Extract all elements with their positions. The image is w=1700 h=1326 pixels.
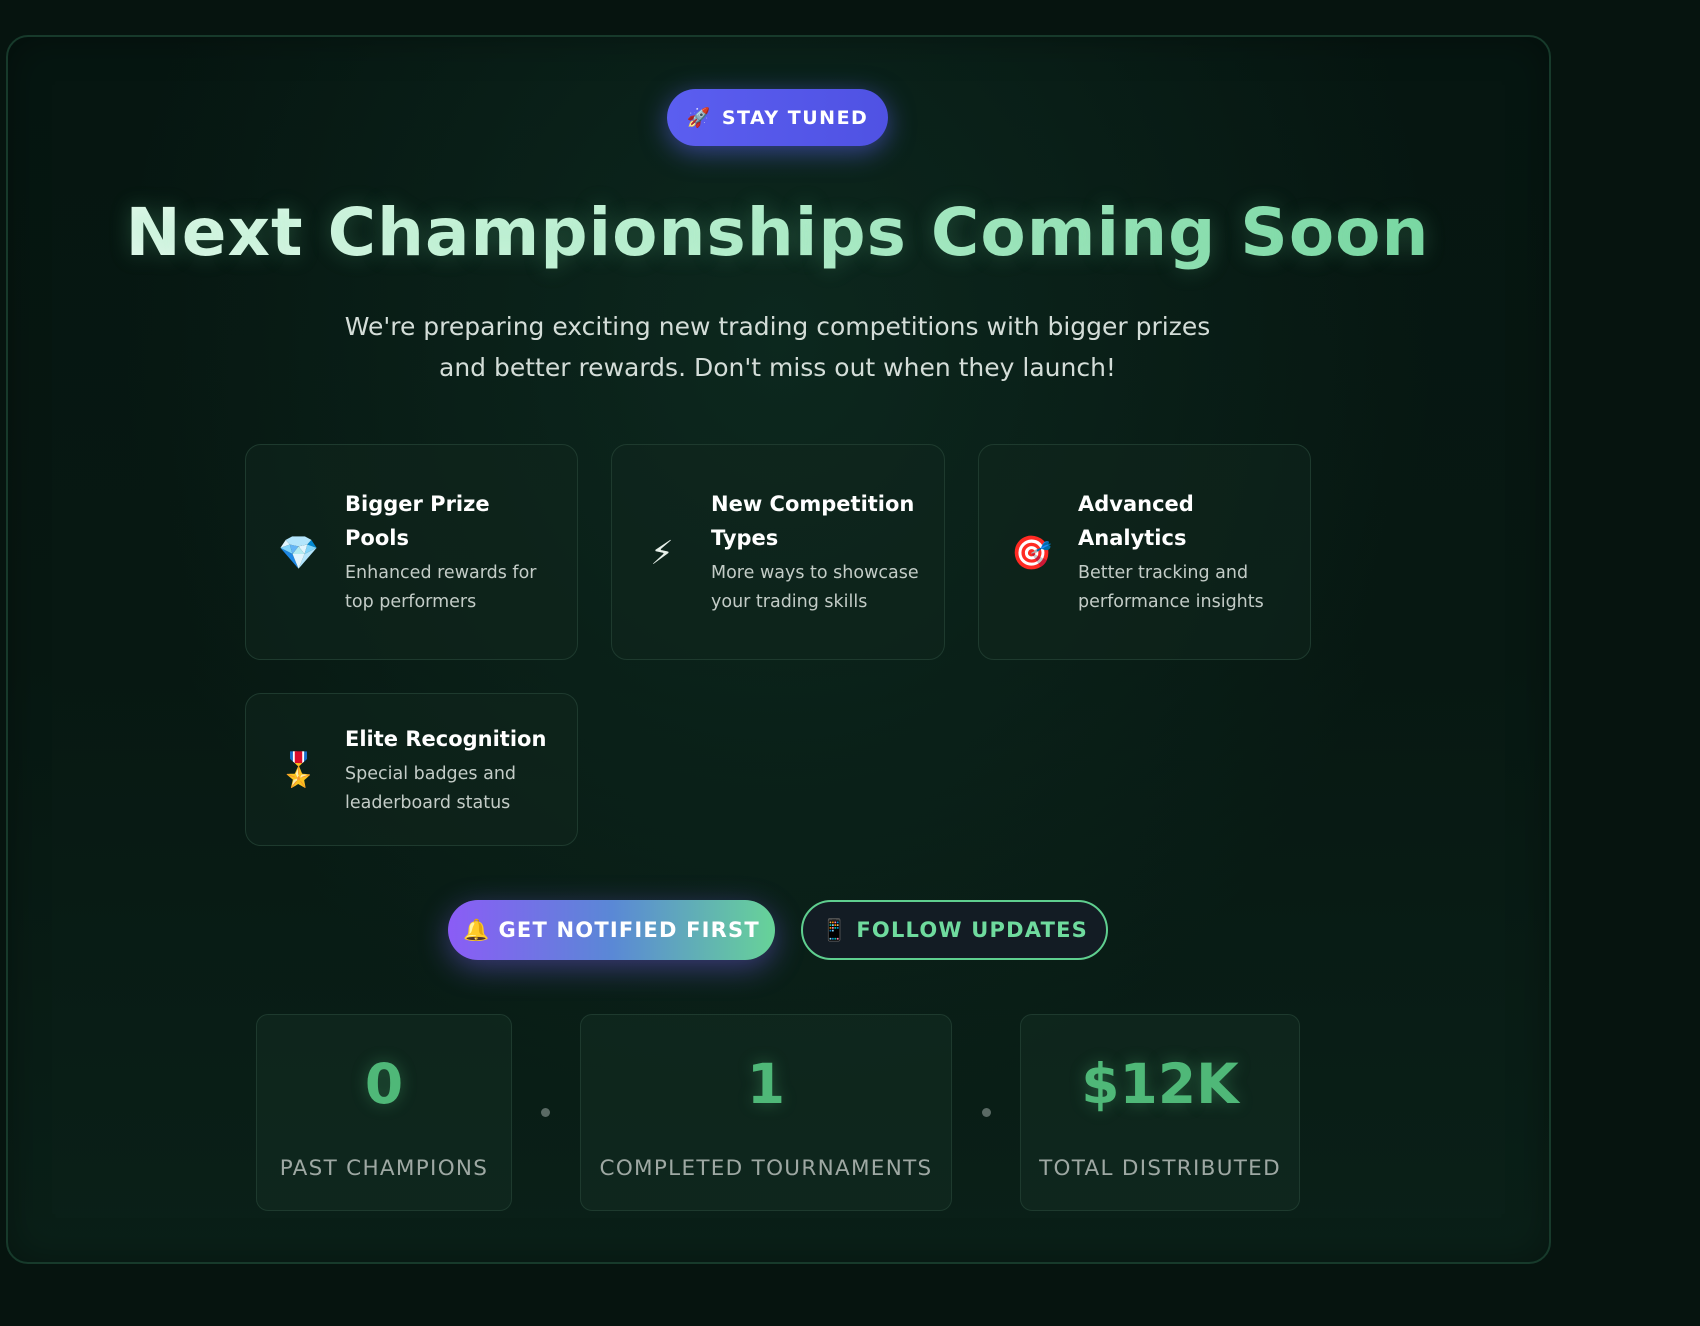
feature-description: More ways to showcase your trading skill… — [711, 563, 919, 612]
get-notified-label: GET NOTIFIED FIRST — [498, 918, 760, 942]
follow-updates-label: FOLLOW UPDATES — [856, 918, 1088, 942]
feature-card-recognition: 🎖️ Elite Recognition Special badges and … — [245, 693, 578, 846]
feature-description: Special badges and leaderboard status — [345, 763, 517, 813]
feature-description: Better tracking and performance insights — [1078, 563, 1264, 612]
feature-title: Elite Recognition — [345, 726, 547, 751]
feature-description: Enhanced rewards for top performers — [345, 563, 537, 612]
lightning-icon: ⚡ — [650, 532, 674, 572]
target-icon: 🎯 — [1011, 532, 1053, 572]
page-subtitle: We're preparing exciting new trading com… — [344, 312, 1211, 382]
rocket-icon: 🚀 — [686, 107, 712, 129]
stat-label: TOTAL DISTRIBUTED — [1039, 1156, 1281, 1181]
mobile-phone-icon: 📱 — [821, 917, 849, 942]
get-notified-button[interactable]: 🔔 GET NOTIFIED FIRST — [448, 900, 775, 960]
stat-value: 1 — [746, 1052, 786, 1116]
stat-label: COMPLETED TOURNAMENTS — [599, 1156, 933, 1181]
feature-card-analytics: 🎯 Advanced Analytics Better tracking and… — [978, 444, 1311, 660]
medal-icon: 🎖️ — [278, 750, 320, 789]
stay-tuned-badge: 🚀 STAY TUNED — [667, 89, 888, 146]
feature-card-prize-pools: 💎 Bigger Prize Pools Enhanced rewards fo… — [245, 444, 578, 660]
stat-value: 0 — [364, 1052, 404, 1116]
stat-label: PAST CHAMPIONS — [279, 1156, 489, 1181]
bell-icon: 🔔 — [463, 917, 491, 942]
badge-label: STAY TUNED — [721, 106, 869, 129]
stat-separator-dot — [541, 1108, 550, 1117]
feature-title: New Competition Types — [711, 492, 915, 550]
follow-updates-button[interactable]: 📱 FOLLOW UPDATES — [801, 900, 1108, 960]
feature-card-competition-types: ⚡ New Competition Types More ways to sho… — [611, 444, 945, 660]
gem-icon: 💎 — [278, 532, 320, 572]
stat-completed-tournaments: 1 COMPLETED TOURNAMENTS — [580, 1014, 952, 1211]
page-title: Next Championships Coming Soon — [0, 190, 1555, 276]
stat-value: $12K — [1081, 1052, 1239, 1116]
stat-total-distributed: $12K TOTAL DISTRIBUTED — [1020, 1014, 1300, 1211]
stat-separator-dot — [982, 1108, 991, 1117]
feature-title: Bigger Prize Pools — [345, 492, 490, 550]
feature-title: Advanced Analytics — [1078, 492, 1194, 550]
stat-past-champions: 0 PAST CHAMPIONS — [256, 1014, 512, 1211]
